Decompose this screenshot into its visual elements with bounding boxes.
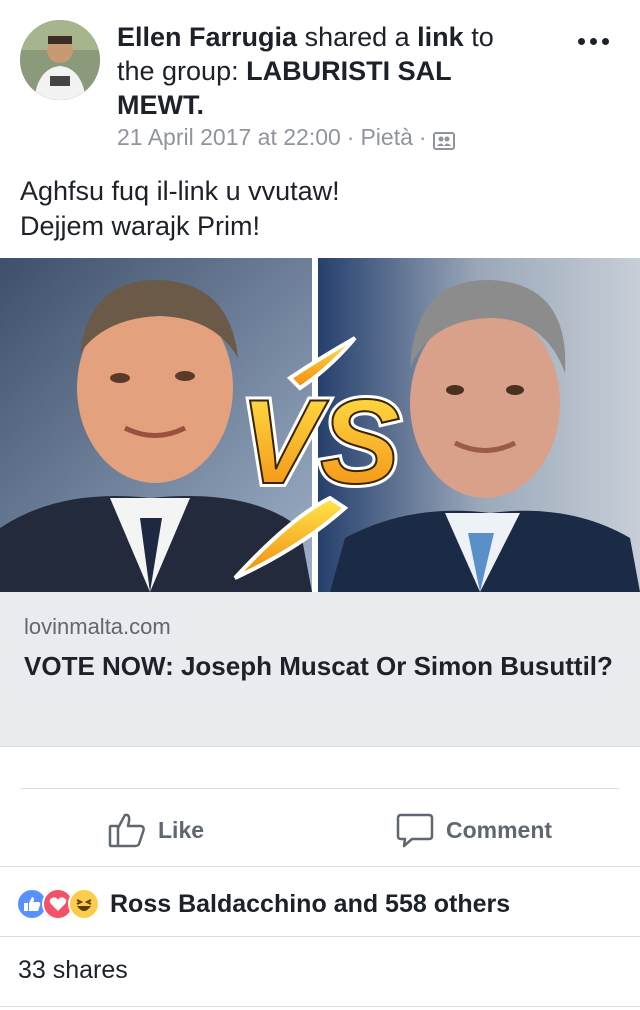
author-name[interactable]: Ellen Farrugia [117,22,297,52]
thumbs-up-icon [108,813,145,848]
post-meta: 21 April 2017 at 22:00 · Pietà · [117,124,455,151]
like-label: Like [158,816,205,843]
post-header-text: Ellen Farrugia shared a link to the grou… [117,20,537,122]
author-avatar[interactable] [20,20,100,100]
meta-separator-2: · [418,124,427,150]
comment-bubble-icon [396,813,434,848]
avatar-image [20,20,100,100]
link-preview-card[interactable]: lovinmalta.com VOTE NOW: Joseph Muscat O… [0,592,640,747]
post-location[interactable]: Pietà [360,124,412,151]
shares-top-divider [0,936,640,937]
post-timestamp[interactable]: 21 April 2017 at 22:00 [117,124,341,151]
post-body-line-1: Aghfsu fuq il-link u vvutaw! [20,176,340,206]
reactions-summary-text: Ross Baldacchino and 558 others [110,889,511,918]
haha-icon [68,888,100,920]
dot-icon [590,37,597,45]
link-word[interactable]: link [417,22,464,52]
shared-text: shared a [304,22,410,52]
post-header: Ellen Farrugia shared a link to the grou… [0,0,640,160]
link-domain: lovinmalta.com [24,614,171,639]
post-body: Aghfsu fuq il-link u vvutaw! Dejjem wara… [20,174,340,244]
actions-top-divider [20,788,620,789]
shares-count[interactable]: 33 shares [18,956,128,985]
more-options-button[interactable] [578,34,612,48]
link-title[interactable]: VOTE NOW: Joseph Muscat Or Simon Busutti… [24,648,614,684]
comment-label: Comment [446,816,553,843]
vs-graphic-outline: VS [240,375,400,509]
dot-icon [602,37,609,45]
bottom-divider [0,1006,640,1007]
link-preview-image[interactable]: VS VS [0,258,640,592]
meta-separator: · [346,124,355,150]
reactions-summary[interactable]: Ross Baldacchino and 558 others [16,884,510,924]
comment-button[interactable]: Comment [396,808,552,852]
post-body-line-2: Dejjem warajk Prim! [20,211,261,241]
dot-icon [578,37,585,45]
reactions-top-divider [0,866,640,867]
group-audience-icon [432,129,455,150]
like-button[interactable]: Like [108,808,204,852]
